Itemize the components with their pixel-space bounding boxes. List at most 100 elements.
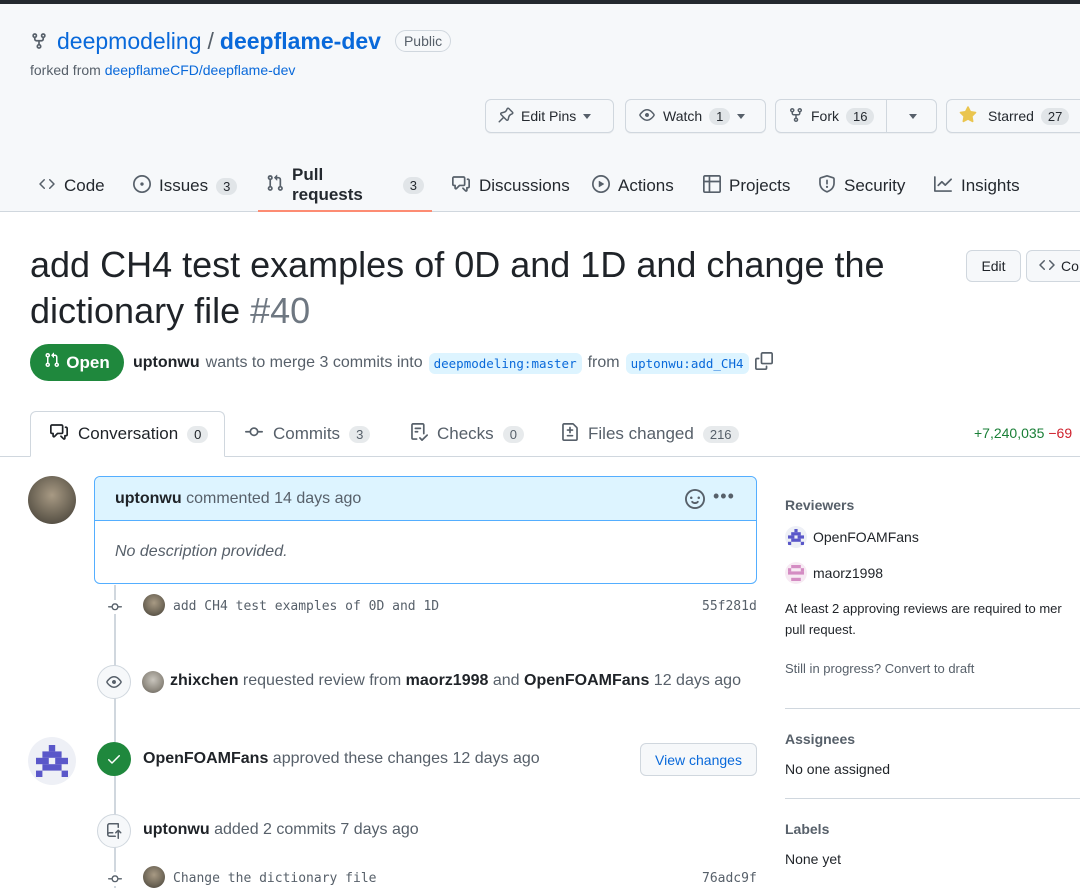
commits-count: 3 (349, 425, 371, 443)
pr-title-line1: add CH4 test examples of 0D and 1D and c… (30, 244, 885, 285)
code-button-label: Co (1061, 258, 1079, 274)
comment-box: uptonwu commented 14 days ago ••• No des… (94, 476, 757, 584)
base-branch[interactable]: deepmodeling:master (428, 352, 582, 374)
status-badge: Open (30, 344, 124, 381)
comment-body: No description provided. (115, 543, 288, 560)
commit-message-link[interactable]: Change the dictionary file (173, 871, 377, 886)
code-dropdown-button[interactable]: Co (1026, 250, 1080, 282)
pull-request-icon (44, 352, 60, 373)
tab-projects-label: Projects (729, 176, 791, 195)
event-text: approved these changes 12 days ago (272, 750, 540, 767)
labels-heading[interactable]: Labels (785, 821, 829, 837)
tab-actions[interactable]: Actions (592, 160, 674, 212)
tab-discussions[interactable]: Discussions (451, 160, 570, 212)
commit-sha-link[interactable]: 55f281d (702, 599, 757, 614)
tab-checks[interactable]: Checks 0 (410, 411, 524, 457)
reviewer-item[interactable]: maorz1998 (785, 562, 883, 584)
repo-forked-icon (30, 31, 50, 51)
starred-button[interactable]: Starred 27 (946, 99, 1080, 133)
smiley-icon[interactable] (685, 489, 705, 514)
avatar[interactable] (143, 594, 165, 616)
event-time: 12 days ago (653, 672, 741, 689)
avatar[interactable] (142, 671, 164, 693)
draft-prompt: Still in progress? Convert to draft (785, 661, 974, 676)
eye-icon (638, 107, 656, 126)
head-branch[interactable]: uptonwu:add_CH4 (625, 352, 749, 374)
reviewer-item[interactable]: OpenFOAMFans (785, 526, 919, 548)
commit-sha-link[interactable]: 76adc9f (702, 871, 757, 886)
tab-security-label: Security (844, 176, 906, 195)
commit-message-link[interactable]: add CH4 test examples of 0D and 1D (173, 599, 439, 614)
forked-from: forked from deepflameCFD/deepflame-dev (30, 62, 295, 78)
fork-dropdown-button[interactable] (894, 100, 932, 132)
tab-security[interactable]: Security (818, 160, 905, 212)
fork-button[interactable]: Fork 16 (788, 100, 888, 132)
deletions-count: −69 (1048, 425, 1073, 441)
actor-link[interactable]: OpenFOAMFans (143, 750, 268, 767)
added-commits-event: uptonwu added 2 commits 7 days ago (143, 821, 419, 839)
actor-link[interactable]: zhixchen (170, 672, 238, 689)
chevron-down-icon (909, 113, 918, 119)
watch-button[interactable]: Watch 1 (625, 99, 766, 133)
avatar[interactable] (28, 476, 76, 524)
tab-commits-label: Commits (273, 424, 341, 443)
pr-title-line2: dictionary file (30, 290, 241, 331)
tab-commits[interactable]: Commits 3 (244, 411, 371, 457)
fork-source-link[interactable]: deepflameCFD/deepflame-dev (105, 62, 296, 78)
reviewer-name: OpenFOAMFans (813, 529, 919, 545)
edit-pins-label: Edit Pins (521, 108, 577, 124)
convert-to-draft-link[interactable]: Convert to draft (885, 661, 975, 676)
pin-icon (498, 106, 514, 126)
tab-files-changed[interactable]: Files changed 216 (561, 411, 739, 457)
kebab-horizontal-icon[interactable]: ••• (713, 486, 735, 507)
edit-pins-button[interactable]: Edit Pins (485, 99, 614, 133)
discussion-icon (451, 175, 471, 198)
view-changes-button[interactable]: View changes (640, 743, 757, 776)
pr-count: 3 (402, 176, 424, 194)
checks-count: 0 (502, 425, 524, 443)
tab-code[interactable]: Code (38, 160, 105, 212)
from-text: from (587, 354, 620, 371)
avatar[interactable] (143, 866, 165, 888)
reviewer-link[interactable]: OpenFOAMFans (524, 672, 649, 689)
watch-count: 1 (709, 107, 731, 125)
files-count: 216 (702, 425, 739, 443)
tab-insights-label: Insights (961, 176, 1020, 195)
repo-name-link[interactable]: deepflame-dev (220, 28, 381, 55)
issues-count: 3 (216, 177, 238, 195)
repo-separator: / (207, 27, 214, 54)
comment-discussion-icon (49, 423, 69, 446)
reviewer-name: maorz1998 (813, 565, 884, 581)
tab-insights[interactable]: Insights (933, 160, 1020, 212)
pr-author-link[interactable]: uptonwu (133, 354, 200, 372)
shield-icon (818, 174, 836, 198)
pull-request-icon (266, 174, 284, 197)
visibility-badge: Public (394, 30, 452, 52)
graph-icon (933, 175, 953, 198)
comment-author-link[interactable]: uptonwu (115, 490, 182, 507)
assignees-heading[interactable]: Assignees (785, 731, 855, 747)
fork-count: 16 (846, 107, 875, 125)
tab-issues[interactable]: Issues 3 (133, 160, 238, 212)
edit-title-button[interactable]: Edit (966, 250, 1021, 282)
reviewer-link[interactable]: maorz1998 (406, 672, 489, 689)
avatar[interactable] (28, 737, 76, 785)
repo-title: deepmodeling / deepflame-dev Public (57, 26, 452, 56)
file-diff-icon (561, 422, 579, 446)
check-icon (97, 742, 131, 776)
event-text: added 2 commits 7 days ago (214, 821, 419, 838)
reviewers-heading[interactable]: Reviewers (785, 497, 854, 513)
sidebar-divider (785, 708, 1080, 709)
merge-text: wants to merge 3 commits into (205, 354, 423, 371)
assignees-value: No one assigned (785, 761, 891, 777)
repo-owner-link[interactable]: deepmodeling (57, 28, 202, 55)
git-commit-icon (244, 423, 264, 446)
tab-projects[interactable]: Projects (703, 160, 790, 212)
actor-link[interactable]: uptonwu (143, 821, 210, 838)
tab-issues-label: Issues (159, 176, 209, 195)
tab-conversation[interactable]: Conversation 0 (30, 411, 225, 457)
tab-pull-requests[interactable]: Pull requests 3 (258, 160, 432, 212)
git-commit-icon (108, 872, 122, 886)
avatar (785, 562, 807, 584)
copy-icon[interactable] (754, 351, 773, 375)
